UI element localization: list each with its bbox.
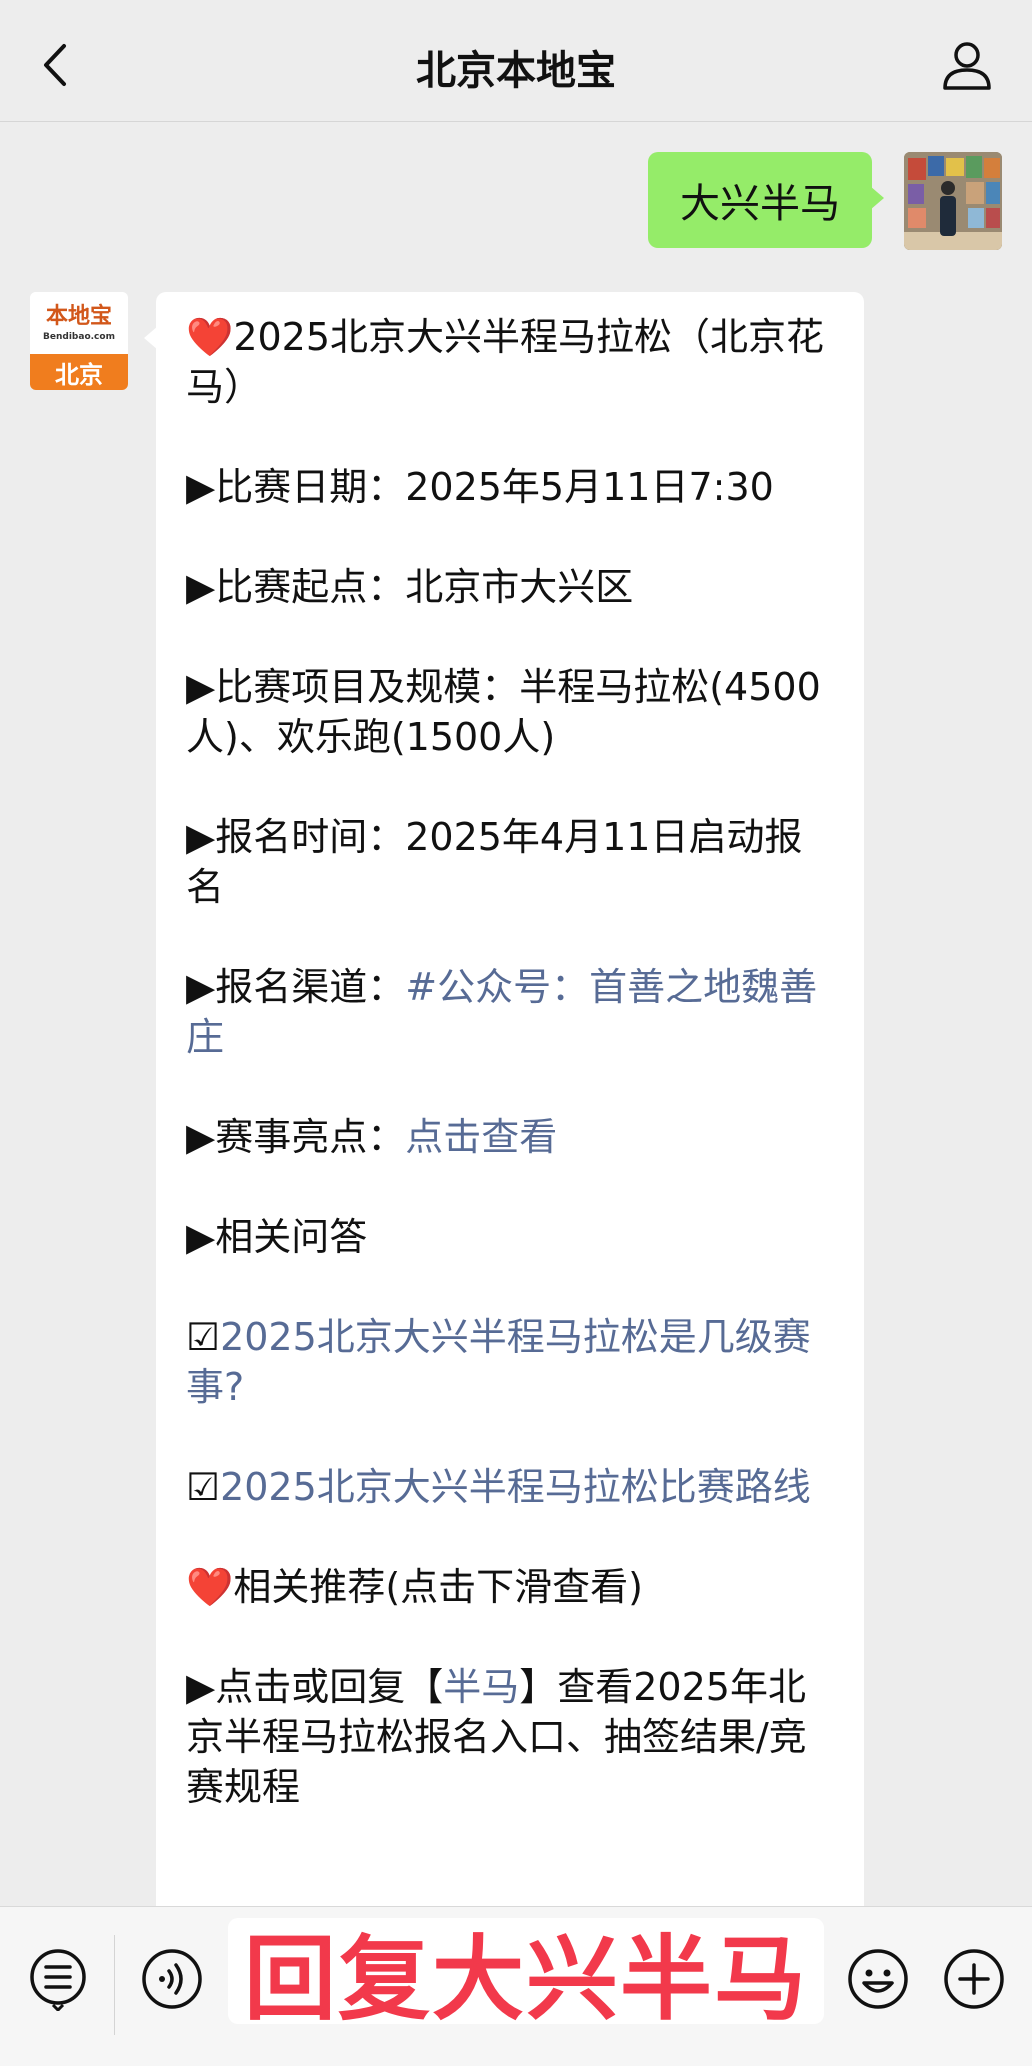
qa-link[interactable]: 2025北京大兴半程马拉松是几级赛事? — [186, 1315, 811, 1409]
heart-icon: ❤️ — [186, 315, 234, 359]
registration-time: ▶报名时间：2025年4月11日启动报名 — [186, 815, 803, 909]
page-title: 北京本地宝 — [416, 48, 616, 94]
race-date: ▶比赛日期：2025年5月11日7:30 — [186, 465, 774, 509]
message-title: ❤️2025北京大兴半程马拉松（北京花马） — [186, 315, 825, 409]
logo-city-label: 北京 — [30, 354, 128, 390]
user-photo — [904, 152, 1002, 250]
person-icon[interactable] — [940, 38, 994, 92]
bubble-tail — [870, 186, 884, 210]
emoji-icon[interactable] — [846, 1947, 910, 2011]
highlight-link[interactable]: 点击查看 — [405, 1115, 557, 1159]
checkbox-icon: ☑ — [186, 1315, 221, 1359]
incoming-message-bubble: ❤️2025北京大兴半程马拉松（北京花马） ▶比赛日期：2025年5月11日7:… — [156, 292, 864, 1922]
official-account-avatar[interactable]: 本地宝 Bendibao.com 北京 — [30, 292, 128, 390]
checkbox-icon: ☑ — [186, 1465, 221, 1509]
qa-item[interactable]: ☑2025北京大兴半程马拉松比赛路线 — [186, 1462, 838, 1512]
keyword-link[interactable]: 半马 — [443, 1665, 519, 1709]
heart-icon: ❤️ — [186, 1565, 234, 1609]
reply-keyword-banner[interactable]: 回复大兴半马 — [228, 1918, 824, 2033]
qa-link[interactable]: 2025北京大兴半程马拉松比赛路线 — [220, 1465, 811, 1509]
voice-icon[interactable] — [140, 1947, 204, 2011]
plus-icon[interactable] — [942, 1947, 1006, 2011]
navbar: 北京本地宝 — [0, 0, 1032, 122]
qa-item[interactable]: ☑2025北京大兴半程马拉松是几级赛事? — [186, 1312, 838, 1412]
divider — [114, 1935, 115, 2035]
outgoing-message-text: 大兴半马 — [680, 181, 840, 227]
user-avatar[interactable] — [904, 152, 1002, 250]
outgoing-message-bubble[interactable]: 大兴半马 — [648, 152, 872, 248]
race-highlight: ▶赛事亮点：点击查看 — [186, 1115, 558, 1159]
reply-hint: ▶点击或回复【半马】查看2025年北京半程马拉松报名入口、抽签结果/竞赛规程 — [186, 1665, 807, 1809]
recommend-heading: ❤️相关推荐(点击下滑查看) — [186, 1565, 643, 1609]
bendibao-logo: 本地宝 Bendibao.com — [30, 292, 128, 354]
race-start: ▶比赛起点：北京市大兴区 — [186, 565, 634, 609]
list-menu-icon[interactable] — [26, 1947, 90, 2011]
qa-heading: ▶相关问答 — [186, 1215, 368, 1259]
reply-banner-text: 回复大兴半马 — [243, 1925, 808, 2033]
race-events: ▶比赛项目及规模：半程马拉松(4500人)、欢乐跑(1500人) — [186, 665, 821, 759]
registration-channel: ▶报名渠道：#公众号：首善之地魏善庄 — [186, 965, 818, 1059]
